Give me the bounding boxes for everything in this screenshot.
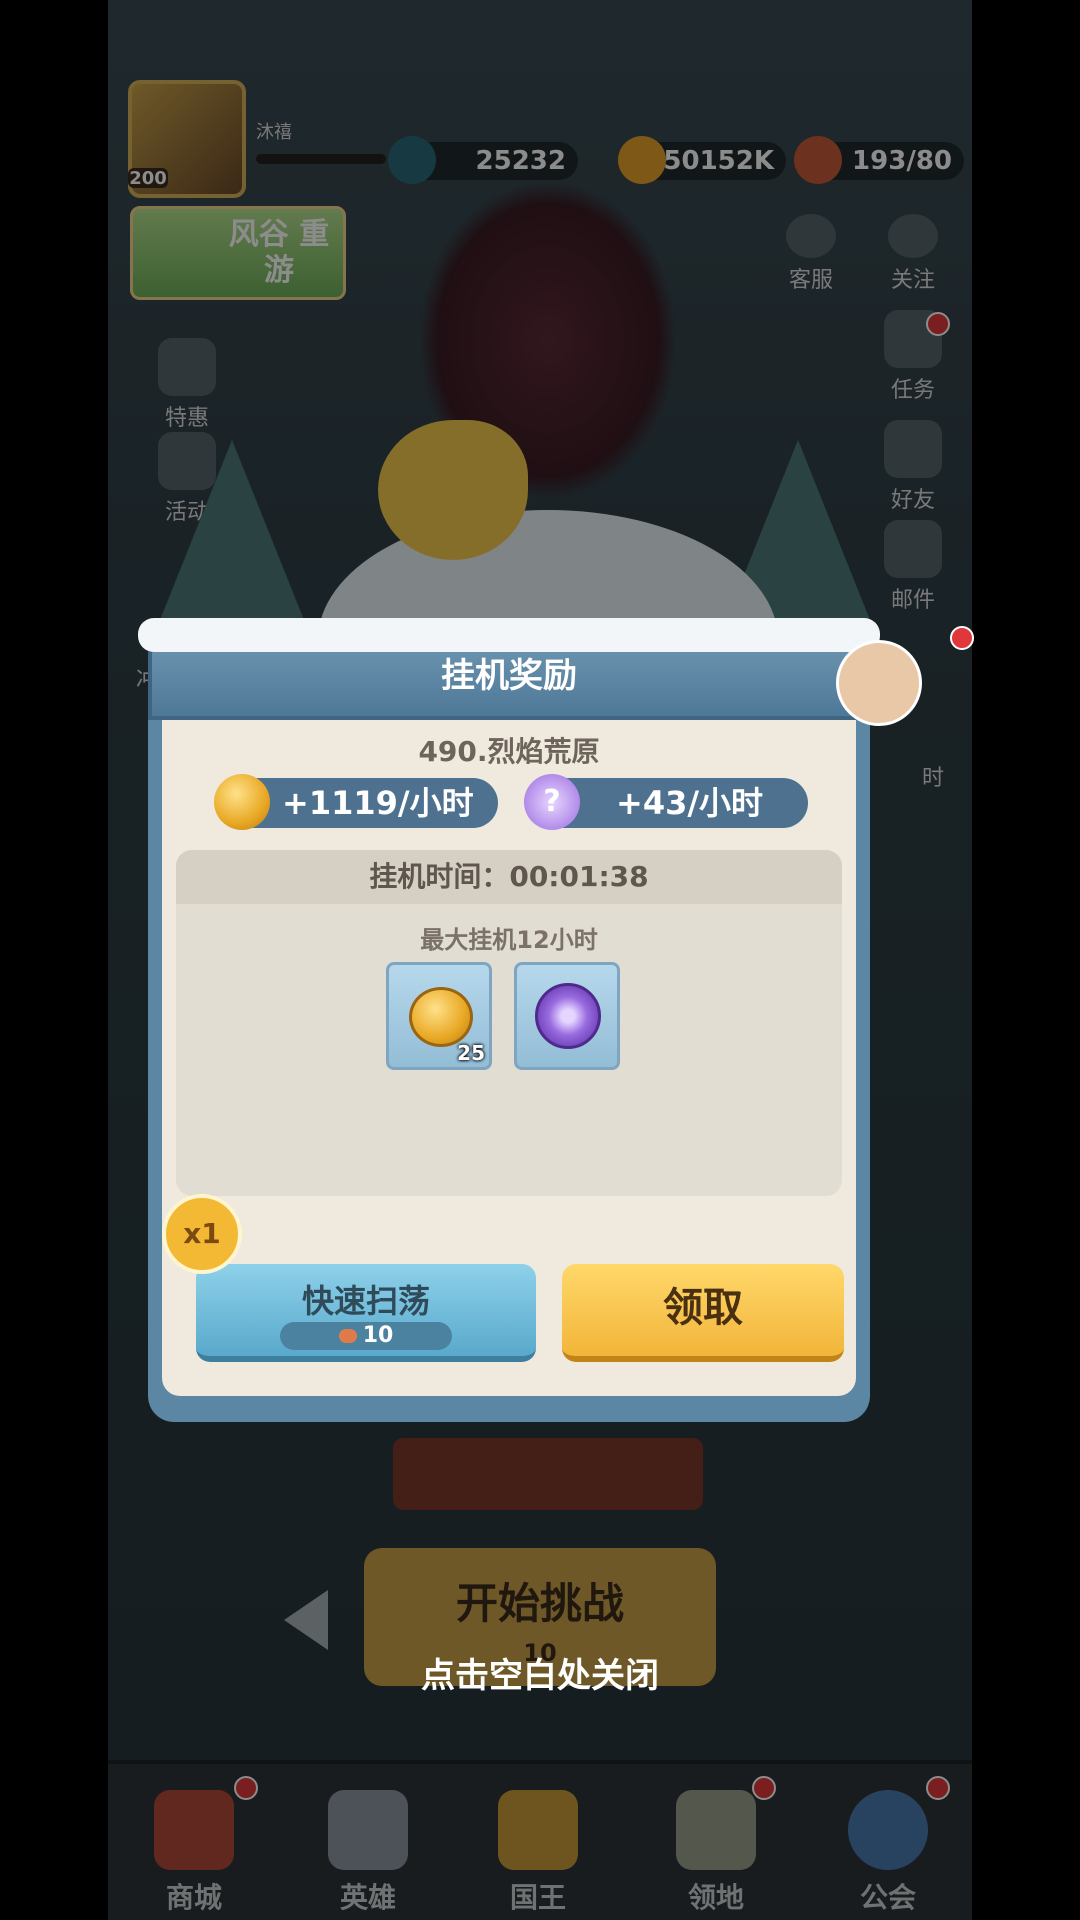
- quick-sweep-button[interactable]: 快速扫荡 10: [196, 1264, 536, 1362]
- question-mark-icon: ?: [524, 774, 580, 830]
- quick-sweep-label: 快速扫荡: [301, 1282, 430, 1320]
- dialog-frame: 490.烈焰荒原 +1119/小时 ? +43/小时 挂机时间：00:01:38…: [148, 716, 870, 1422]
- sweep-cost: 10: [280, 1322, 452, 1350]
- reward-slot[interactable]: 25: [386, 962, 492, 1070]
- mascot-avatar[interactable]: [836, 640, 922, 726]
- exp-rate-value: +43/小时: [616, 784, 764, 822]
- claim-label: 领取: [663, 1285, 743, 1331]
- exp-rate: ? +43/小时: [524, 774, 808, 830]
- multiplier-badge: x1: [162, 1194, 242, 1274]
- idle-reward-dialog: 490.烈焰荒原 +1119/小时 ? +43/小时 挂机时间：00:01:38…: [138, 618, 880, 1422]
- meat-icon: [338, 1329, 357, 1343]
- snow-cap: [138, 618, 880, 652]
- claim-button[interactable]: 领取: [562, 1264, 844, 1362]
- close-hint: 点击空白处关闭: [421, 1656, 659, 1696]
- reward-quantity: 25: [457, 1041, 485, 1065]
- gold-coin-icon: [214, 774, 270, 830]
- stage-name: 490.烈焰荒原: [418, 735, 600, 768]
- max-idle-text: 最大挂机12小时: [420, 926, 598, 954]
- sweep-cost-value: 10: [362, 1323, 394, 1348]
- gold-rate-value: +1119/小时: [282, 784, 474, 822]
- purple-emblem-icon: [535, 983, 601, 1049]
- gold-coin-icon: [409, 987, 473, 1047]
- idle-time: 挂机时间：00:01:38: [176, 850, 842, 904]
- gold-rate: +1119/小时: [214, 774, 498, 830]
- game-screen: 200 沐禧 25232 50152K 193/80 风谷 重游 特惠 活动 冲…: [108, 0, 972, 1920]
- reward-slot[interactable]: [514, 962, 620, 1070]
- notification-dot: [950, 626, 974, 650]
- idle-info-panel: 挂机时间：00:01:38 最大挂机12小时 25: [176, 850, 842, 1196]
- dialog-content: 490.烈焰荒原 +1119/小时 ? +43/小时 挂机时间：00:01:38…: [162, 716, 856, 1396]
